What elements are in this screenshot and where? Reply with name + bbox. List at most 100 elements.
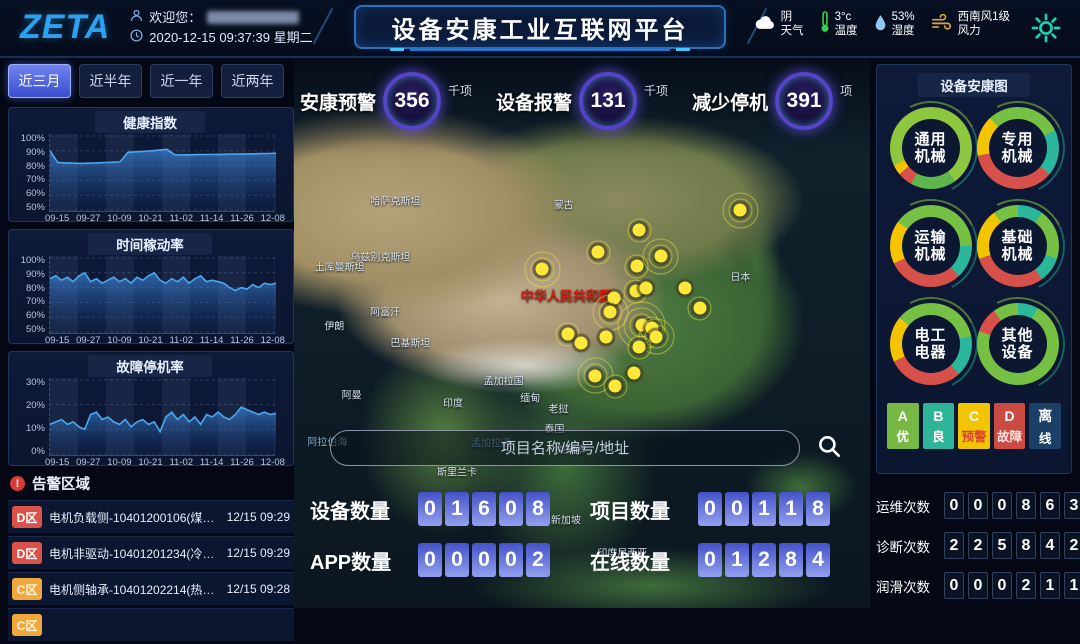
gear-icon[interactable] xyxy=(1030,12,1062,44)
rc-label: 诊断次数 xyxy=(876,536,934,556)
weather-item: 53%湿度 xyxy=(874,11,915,39)
alarm-time: 12/15 09:28 xyxy=(227,582,290,596)
legend-label: 线 xyxy=(1039,428,1052,447)
device-health-panel: 设备安康图 通用机械专用机械运输机械基础机械电工电器其他设备 A优B良C预警D故… xyxy=(876,64,1072,474)
digit-box: 2 xyxy=(1064,532,1080,559)
map-label: 土库曼斯坦 xyxy=(315,259,365,274)
map-label: 阿富汗 xyxy=(370,304,400,319)
digit-box: 5 xyxy=(992,532,1012,559)
alarm-row[interactable]: C区电机侧轴承-10401202214(热处理2号炉1...12/15 09:2… xyxy=(8,572,294,605)
time-tab-近半年[interactable]: 近半年 xyxy=(79,64,142,98)
alarm-list: D区电机负载侧-10401200106(煤气烟气引风...12/15 09:29… xyxy=(8,500,294,641)
counter-在线数量: 在线数量01284 xyxy=(590,543,870,577)
map-dot[interactable] xyxy=(592,246,605,259)
counter-label: APP数量 xyxy=(310,546,406,575)
counter-label: 设备数量 xyxy=(310,495,406,524)
alarm-badge: C区 xyxy=(12,614,42,636)
legend-letter: B xyxy=(933,408,943,424)
digits: 01608 xyxy=(418,492,550,526)
map-dot-halo xyxy=(625,254,649,278)
map-dot[interactable] xyxy=(650,330,663,343)
time-tab-近两年[interactable]: 近两年 xyxy=(221,64,284,98)
y-tick-label: 90% xyxy=(15,148,45,157)
legend-letter: A xyxy=(898,408,908,424)
alarm-row[interactable]: C区 xyxy=(8,608,294,641)
x-tick-label: 10-21 xyxy=(138,213,162,224)
digit-box: 1 xyxy=(779,492,803,526)
kpi-安康预警: 安康预警356千项 xyxy=(300,72,472,130)
y-tick-label: 80% xyxy=(15,162,45,171)
weather-text: 53%湿度 xyxy=(892,11,915,39)
digit-box: 0 xyxy=(445,543,469,577)
map-dot[interactable] xyxy=(678,282,691,295)
counter-润滑次数: 润滑次数000211 xyxy=(876,572,1076,599)
map-dot[interactable] xyxy=(604,306,617,319)
map-dot[interactable] xyxy=(574,337,587,350)
map-dot[interactable] xyxy=(734,204,747,217)
map-dot-halo xyxy=(524,251,560,287)
map-dot[interactable] xyxy=(600,330,613,343)
search-input[interactable] xyxy=(330,430,800,466)
title-frame: 设备安康工业互联网平台 xyxy=(354,5,726,49)
x-tick-label: 09-27 xyxy=(76,213,100,224)
map-dot[interactable] xyxy=(630,260,643,273)
kpi-label: 安康预警 xyxy=(300,88,376,115)
x-tick-label: 11-02 xyxy=(169,213,193,224)
time-tab-近一年[interactable]: 近一年 xyxy=(150,64,213,98)
digit-box: 0 xyxy=(944,492,964,519)
alarm-row[interactable]: D区电机负载侧-10401200106(煤气烟气引风...12/15 09:29 xyxy=(8,500,294,533)
map-dot[interactable] xyxy=(609,380,622,393)
digit-box: 0 xyxy=(499,543,523,577)
brand: ZETA 欢迎您： 2020-12-15 09:37:39 星期二 xyxy=(20,8,313,47)
digit-box: 8 xyxy=(806,492,830,526)
map-dot[interactable] xyxy=(561,328,574,341)
digit-box: 0 xyxy=(418,543,442,577)
digit-box: 2 xyxy=(526,543,550,577)
alarm-text: 电机负载侧-10401200106(煤气烟气引风... xyxy=(49,509,220,526)
map-dot[interactable] xyxy=(627,367,640,380)
map-dot[interactable] xyxy=(633,224,646,237)
digit-box: 2 xyxy=(1016,572,1036,599)
user-icon xyxy=(130,8,143,28)
digit-box: 0 xyxy=(992,492,1012,519)
search-icon[interactable] xyxy=(816,433,842,464)
map-dot-halo xyxy=(627,218,651,242)
map-dot-halo xyxy=(627,335,651,359)
map-dot-halo xyxy=(583,364,607,388)
page-title: 设备安康工业互联网平台 xyxy=(392,10,689,45)
map-dot[interactable] xyxy=(607,291,620,304)
map-dot[interactable] xyxy=(693,302,706,315)
weather-item: 3°c温度 xyxy=(820,11,858,39)
map-dot[interactable] xyxy=(536,263,549,276)
digit-box: 0 xyxy=(499,492,523,526)
welcome-label: 欢迎您： xyxy=(149,8,201,28)
chart-panel: 时间稼动率 100%90%80%70%60%50% 09-1509-2710-0… xyxy=(8,229,294,344)
x-tick-label: 11-26 xyxy=(230,213,254,224)
digit-box: 0 xyxy=(472,543,496,577)
map-dot[interactable] xyxy=(654,250,667,263)
digit-box: 0 xyxy=(418,492,442,526)
rc-digits: 000211 xyxy=(944,572,1080,599)
health-ring-通用机械: 通用机械 xyxy=(890,107,972,189)
alarm-row[interactable]: D区电机非驱动-10401201234(冷冻压缩机[贝...12/15 09:2… xyxy=(8,536,294,569)
y-tick-label: 90% xyxy=(15,270,45,279)
weather-text: 3°c温度 xyxy=(835,11,858,39)
alarm-title: 告警区域 xyxy=(32,473,90,494)
map-dot[interactable] xyxy=(589,369,602,382)
map-dot[interactable] xyxy=(639,282,652,295)
search-wrap xyxy=(330,430,850,466)
x-tick-label: 11-26 xyxy=(230,457,254,468)
map-label: 缅甸 xyxy=(520,389,540,404)
map-dot[interactable] xyxy=(633,341,646,354)
device-health-title: 设备安康图 xyxy=(918,73,1030,97)
kpi-value: 131 xyxy=(591,89,626,113)
y-axis: 100%90%80%70%60%50% xyxy=(15,134,49,212)
time-tab-近三月[interactable]: 近三月 xyxy=(8,64,71,98)
kpi-circle: 131 xyxy=(579,72,637,130)
counter-row: 设备数量01608项目数量00118 xyxy=(310,492,870,526)
y-tick-label: 80% xyxy=(15,284,45,293)
map-dot-halo xyxy=(530,257,554,281)
digit-box: 4 xyxy=(806,543,830,577)
alarm-badge: D区 xyxy=(12,542,42,564)
alarm-text: 电机侧轴承-10401202214(热处理2号炉1... xyxy=(49,581,220,598)
